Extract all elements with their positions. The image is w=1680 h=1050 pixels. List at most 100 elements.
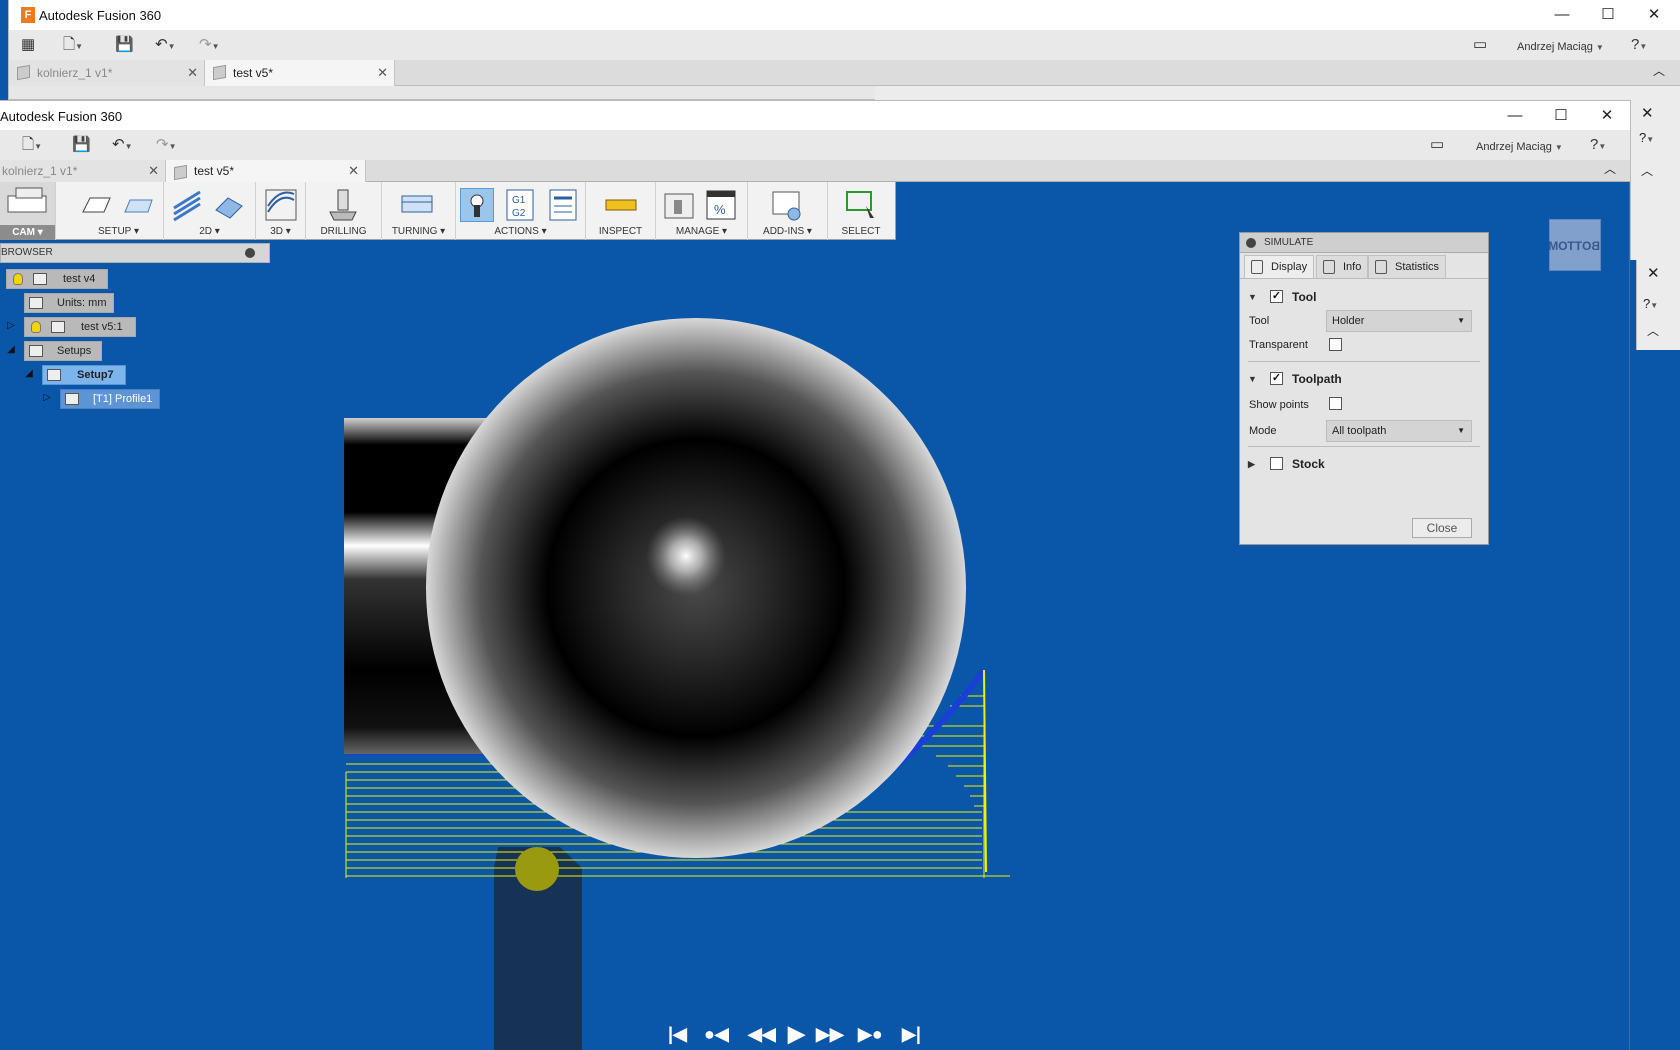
collapse-icon[interactable]: ︿	[1604, 160, 1616, 177]
file-menu-icon[interactable]: 🗋▼	[22, 136, 42, 154]
tab-info[interactable]: Info	[1316, 255, 1369, 278]
inspect-group[interactable]: INSPECT	[586, 182, 656, 240]
scripts-addins-icon[interactable]	[770, 188, 804, 222]
3d-group[interactable]: 3D ▾	[256, 182, 306, 240]
tree-node-component[interactable]: test v5:1	[24, 317, 136, 337]
expand-triangle-icon[interactable]: ▶	[1248, 455, 1255, 473]
tree-node-profile[interactable]: [T1] Profile1	[60, 389, 160, 409]
tab-display[interactable]: Display	[1244, 255, 1315, 278]
browser-panel-header[interactable]: BROWSER	[0, 243, 270, 263]
setup-sheet-icon[interactable]	[122, 188, 156, 222]
tab-statistics[interactable]: Statistics	[1368, 255, 1447, 278]
minimize-button[interactable]: —	[1539, 0, 1585, 30]
templates-icon[interactable]: %	[704, 188, 738, 222]
collapse-icon[interactable]: ︿	[1653, 62, 1665, 79]
comments-icon[interactable]: ▭	[1473, 36, 1487, 54]
play-icon[interactable]: ▶	[788, 1021, 805, 1047]
2d-group[interactable]: 2D ▾	[164, 182, 256, 240]
next-operation-icon[interactable]: ▶●	[858, 1024, 883, 1045]
close-tab-icon[interactable]: ✕	[148, 160, 159, 182]
step-forward-icon[interactable]: ▶▶	[816, 1024, 844, 1045]
visibility-bulb-icon[interactable]	[13, 273, 23, 285]
select-group[interactable]: SELECT	[828, 182, 894, 240]
turning-group[interactable]: TURNING ▾	[382, 182, 456, 240]
save-icon[interactable]: 💾	[115, 36, 134, 54]
visibility-bulb-icon[interactable]	[31, 321, 41, 333]
2d-pocket-icon[interactable]	[212, 188, 246, 222]
collapse-icon[interactable]: ︿	[1641, 162, 1653, 179]
help-icon[interactable]: ?▼	[1639, 130, 1654, 145]
stock-checkbox[interactable]	[1270, 457, 1283, 470]
add-ins-group[interactable]: ADD-INS ▾	[748, 182, 828, 240]
expand-arrow-icon[interactable]: ▷	[4, 319, 18, 333]
minimize-button[interactable]: —	[1492, 101, 1538, 131]
close-tab-icon[interactable]: ✕	[348, 160, 359, 182]
user-menu[interactable]: Andrzej Maciąg ▼	[1476, 138, 1563, 156]
redo-icon[interactable]: ↷▼	[156, 136, 177, 154]
drill-icon[interactable]	[326, 188, 360, 222]
tab-kolnierz[interactable]: kolnierz_1 v1* ✕	[9, 60, 205, 86]
toolpath-checkbox[interactable]: ✓	[1270, 372, 1283, 385]
tab-test-v5[interactable]: test v5* ✕	[166, 160, 366, 182]
go-to-start-icon[interactable]: |◀	[668, 1024, 687, 1045]
user-menu[interactable]: Andrzej Maciąg ▼	[1517, 38, 1604, 56]
go-to-end-icon[interactable]: ▶|	[902, 1024, 921, 1045]
close-window-button[interactable]: ✕	[1641, 104, 1654, 122]
tab-kolnierz[interactable]: kolnierz_1 v1* ✕	[0, 160, 166, 182]
collapse-triangle-icon[interactable]: ▼	[1248, 370, 1257, 388]
undo-icon[interactable]: ↶▼	[155, 36, 176, 54]
tab-test-v5[interactable]: test v5* ✕	[205, 60, 395, 86]
post-process-icon[interactable]: G1G2	[504, 188, 538, 222]
back-title-bar[interactable]: F Autodesk Fusion 360 — ☐ ✕	[9, 0, 1680, 30]
help-icon[interactable]: ?▼	[1643, 296, 1658, 311]
new-setup-icon[interactable]	[80, 188, 114, 222]
tool-dropdown[interactable]: Holder ▼	[1326, 310, 1472, 332]
turning-icon[interactable]	[400, 188, 434, 222]
workspace-switcher[interactable]: CAM ▾	[0, 182, 56, 240]
actions-group[interactable]: G1 G2 ACTIONS ▾	[456, 182, 586, 240]
tool-checkbox[interactable]: ✓	[1270, 290, 1283, 303]
collapse-triangle-icon[interactable]: ▼	[1248, 288, 1257, 306]
close-window-button[interactable]: ✕	[1584, 101, 1630, 131]
app-grid-icon[interactable]: ▦	[21, 36, 35, 54]
tree-node-units[interactable]: Units: mm	[24, 293, 114, 313]
previous-operation-icon[interactable]: ●◀	[704, 1024, 729, 1045]
close-button[interactable]: Close	[1412, 518, 1472, 538]
main-title-bar[interactable]: Autodesk Fusion 360 — ☐ ✕	[0, 100, 1630, 130]
select-icon[interactable]	[844, 188, 878, 222]
collapse-arrow-icon[interactable]: ◢	[4, 343, 18, 357]
collapse-arrow-icon[interactable]: ◢	[22, 367, 36, 381]
2d-adaptive-icon[interactable]	[170, 188, 204, 222]
collapse-panel-icon[interactable]	[245, 248, 255, 258]
file-menu-icon[interactable]: 🗋▼	[63, 36, 83, 54]
3d-adaptive-icon[interactable]	[264, 188, 298, 222]
setup-group[interactable]: SETUP ▾	[74, 182, 164, 240]
measure-icon[interactable]	[604, 188, 638, 222]
expand-arrow-icon[interactable]: ▷	[40, 391, 54, 405]
close-tab-icon[interactable]: ✕	[377, 60, 388, 86]
close-tab-icon[interactable]: ✕	[187, 60, 198, 86]
manage-group[interactable]: % MANAGE ▾	[656, 182, 748, 240]
show-points-checkbox[interactable]	[1329, 397, 1342, 410]
comments-icon[interactable]: ▭	[1430, 136, 1444, 154]
tree-node-root[interactable]: test v4	[6, 269, 108, 289]
setup-sheet-doc-icon[interactable]	[546, 188, 580, 222]
close-window-button[interactable]: ✕	[1631, 0, 1677, 30]
tree-node-setup7[interactable]: Setup7	[42, 365, 126, 385]
collapse-icon[interactable]: ︿	[1647, 322, 1659, 339]
simulate-header[interactable]: SIMULATE	[1240, 233, 1488, 253]
maximize-button[interactable]: ☐	[1585, 0, 1631, 30]
drilling-group[interactable]: DRILLING	[306, 182, 382, 240]
help-icon[interactable]: ?▼	[1631, 36, 1647, 54]
mode-dropdown[interactable]: All toolpath ▼	[1326, 420, 1472, 442]
step-back-icon[interactable]: ◀◀	[748, 1024, 776, 1045]
maximize-button[interactable]: ☐	[1538, 101, 1584, 131]
save-icon[interactable]: 💾	[72, 136, 91, 154]
undo-icon[interactable]: ↶▼	[112, 136, 133, 154]
tree-node-setups[interactable]: Setups	[24, 341, 102, 361]
view-cube[interactable]: BOTTOM	[1548, 219, 1601, 271]
close-window-button[interactable]: ✕	[1647, 264, 1660, 282]
collapse-panel-icon[interactable]	[1246, 238, 1256, 248]
transparent-checkbox[interactable]	[1329, 338, 1342, 351]
help-icon[interactable]: ?▼	[1590, 136, 1606, 154]
